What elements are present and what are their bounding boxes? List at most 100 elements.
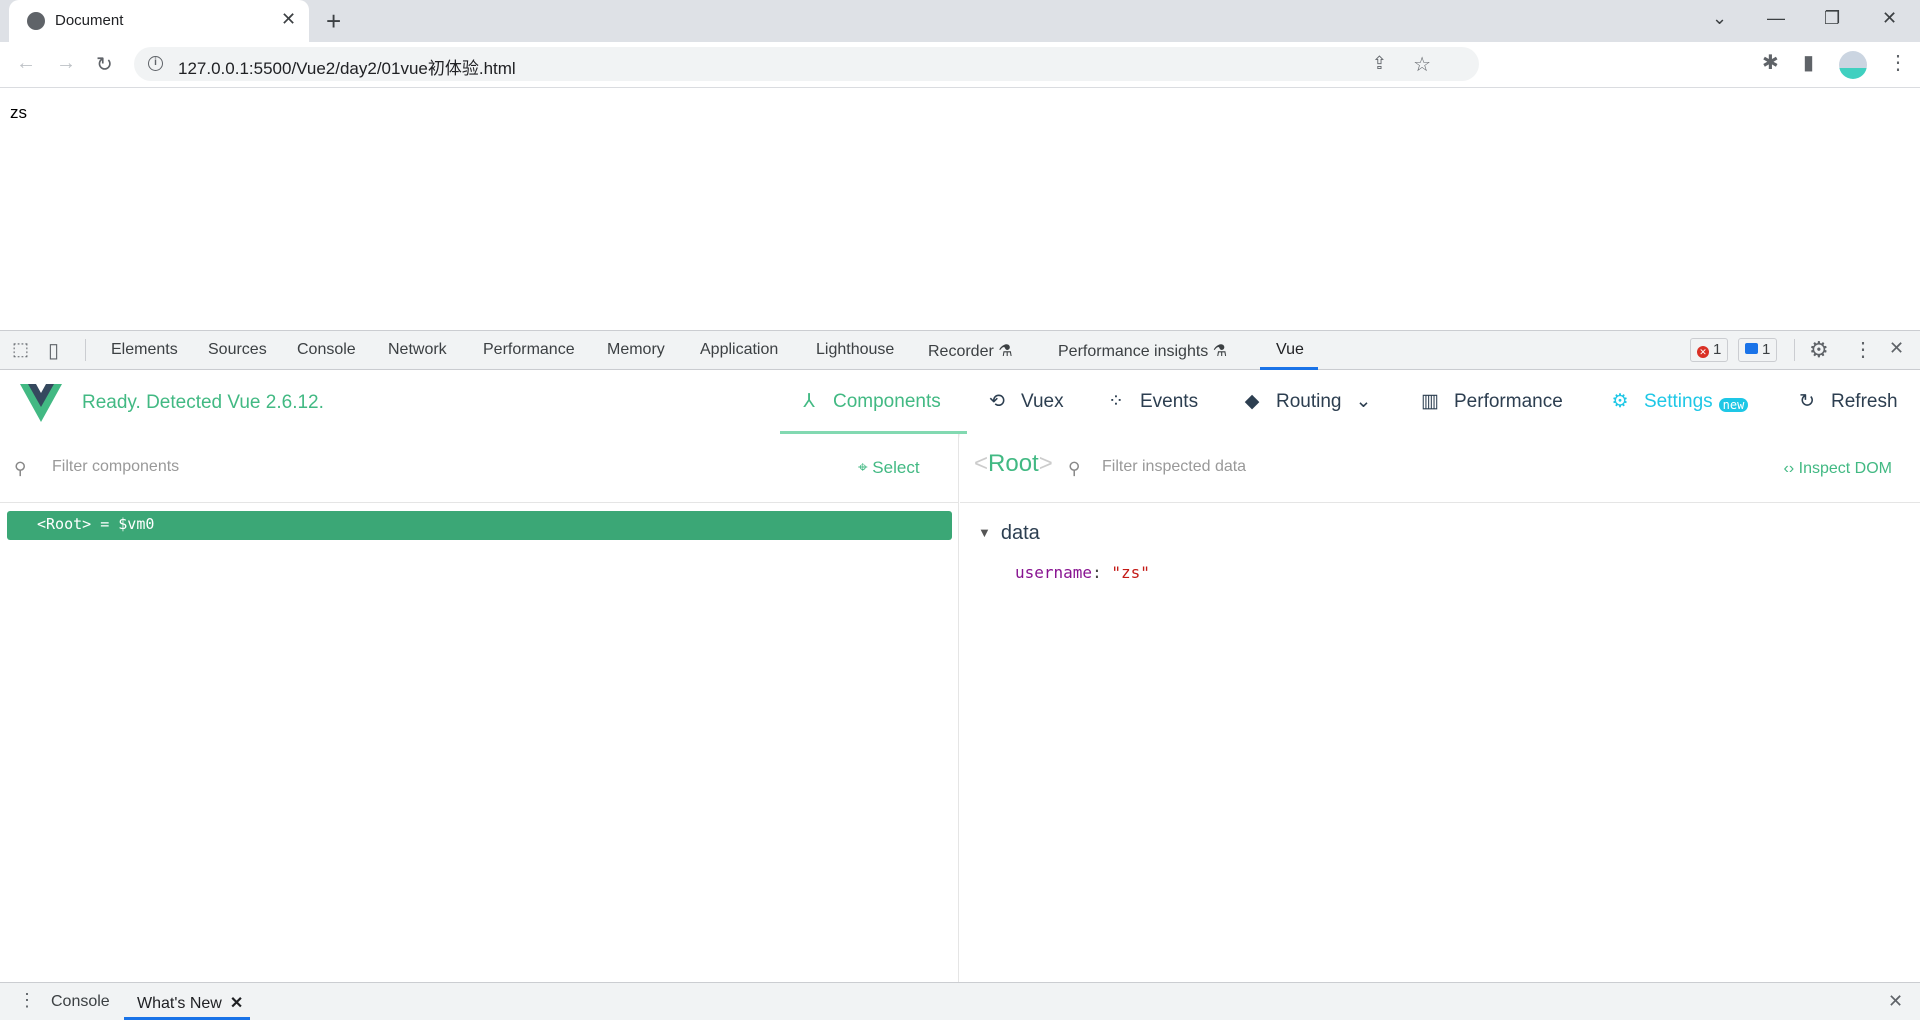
address-bar-row: ← → ↻ i 127.0.0.1:5500/Vue2/day2/01vue初体… xyxy=(0,42,1920,88)
page-text: zs xyxy=(10,103,27,122)
browser-menu-icon[interactable]: ⋮ xyxy=(1888,50,1908,75)
components-icon: ⅄ xyxy=(803,391,815,412)
minimize-button[interactable]: — xyxy=(1767,8,1785,29)
inspect-dom-label: Inspect DOM xyxy=(1798,460,1892,477)
devtools-more-icon[interactable]: ⋮ xyxy=(1853,337,1873,362)
devtools-drawer: ⋮ Console What's New ✕ ✕ xyxy=(0,982,1920,1020)
vue-nav-label: Refresh xyxy=(1831,391,1898,412)
events-icon: ⁘ xyxy=(1108,391,1124,412)
device-toolbar-icon[interactable]: ▯ xyxy=(48,338,59,363)
profile-avatar[interactable] xyxy=(1839,51,1867,79)
devtools-tab-performance-insights[interactable]: Performance insights ⚗ xyxy=(1058,341,1227,361)
inspect-dom-button[interactable]: ‹› Inspect DOM xyxy=(1784,460,1892,478)
extensions-icon[interactable]: ✱ xyxy=(1762,50,1779,75)
search-icon: ⚲ xyxy=(1068,459,1081,478)
vue-nav-label: Events xyxy=(1140,391,1199,412)
refresh-icon: ↻ xyxy=(1799,391,1815,412)
select-component-button[interactable]: ⌖ Select xyxy=(858,458,920,478)
inspect-element-icon[interactable]: ⬚ xyxy=(12,339,29,360)
restore-button[interactable]: ❐ xyxy=(1824,8,1840,29)
error-count: 1 xyxy=(1713,341,1722,358)
message-icon xyxy=(1745,343,1758,354)
vue-status-text: Ready. Detected Vue 2.6.12. xyxy=(82,392,324,413)
caret-down-icon: ▼ xyxy=(978,525,991,540)
devtools-tab-recorder[interactable]: Recorder ⚗ xyxy=(928,341,1013,361)
devtools-tab-lighthouse[interactable]: Lighthouse xyxy=(816,341,894,359)
code-icon: ‹› xyxy=(1783,460,1799,477)
devtools-tab-memory[interactable]: Memory xyxy=(607,341,665,359)
tab-title: Document xyxy=(55,12,124,29)
bar-chart-icon: ▥ xyxy=(1421,391,1439,412)
share-icon[interactable]: ⇪ xyxy=(1372,53,1387,74)
bookmark-star-icon[interactable]: ☆ xyxy=(1413,52,1431,77)
filter-components-input[interactable] xyxy=(52,458,552,476)
history-icon: ⟲ xyxy=(989,391,1005,412)
drawer-close-icon[interactable]: ✕ xyxy=(1888,991,1903,1012)
components-pane: ⚲ ⌖ Select <Root> = $vm0 xyxy=(0,434,959,982)
forward-button[interactable]: → xyxy=(56,52,76,75)
devtools-tab-performance[interactable]: Performance xyxy=(483,341,575,359)
filter-inspected-data-input[interactable] xyxy=(1102,458,1602,476)
reload-button[interactable]: ↻ xyxy=(96,52,113,77)
vue-nav-components[interactable]: ⅄ Components xyxy=(797,390,941,413)
vue-nav-routing[interactable]: ◆ Routing ⌄ xyxy=(1240,390,1372,413)
bracket: < xyxy=(974,450,989,477)
component-name: Root xyxy=(988,450,1039,477)
field-colon: : xyxy=(1092,563,1112,582)
devtools-settings-icon[interactable]: ⚙ xyxy=(1809,337,1829,363)
vue-devtools-header: Ready. Detected Vue 2.6.12. ⅄ Components … xyxy=(0,370,1920,434)
chevron-down-icon: ⌄ xyxy=(1355,391,1372,412)
browser-tab[interactable]: Document ✕ xyxy=(9,0,309,42)
devtools-tab-console[interactable]: Console xyxy=(297,341,356,359)
devtools-tab-elements[interactable]: Elements xyxy=(111,341,178,359)
drawer-tab-whats-new[interactable]: What's New ✕ xyxy=(137,993,243,1013)
vue-nav-performance[interactable]: ▥ Performance xyxy=(1418,390,1563,413)
vue-nav-settings[interactable]: ⚙ Settings new xyxy=(1608,390,1749,413)
window-close-button[interactable]: ✕ xyxy=(1882,8,1897,29)
new-tab-button[interactable]: + xyxy=(326,6,341,37)
section-label: data xyxy=(1000,522,1040,544)
tab-close-icon[interactable]: ✕ xyxy=(281,9,296,30)
message-count: 1 xyxy=(1762,341,1771,358)
toolbar-divider xyxy=(1794,339,1795,361)
vue-nav-label: Settings xyxy=(1644,391,1713,412)
vue-logo-icon xyxy=(20,384,62,422)
site-info-icon[interactable]: i xyxy=(148,56,163,71)
back-button[interactable]: ← xyxy=(16,52,36,75)
vue-nav-label: Performance xyxy=(1454,391,1563,412)
vue-nav-events[interactable]: ⁘ Events xyxy=(1104,390,1198,413)
globe-icon xyxy=(27,12,45,30)
data-section-toggle[interactable]: ▼ data xyxy=(978,522,1040,545)
error-count-badge[interactable]: ✕ 1 xyxy=(1690,338,1729,362)
devtools-tab-application[interactable]: Application xyxy=(700,341,778,359)
components-filter-bar: ⚲ ⌖ Select xyxy=(0,434,958,503)
data-field-row[interactable]: username: "zs" xyxy=(1015,563,1150,582)
drawer-tab-console[interactable]: Console xyxy=(51,993,110,1011)
devtools-close-icon[interactable]: ✕ xyxy=(1889,338,1904,359)
message-count-badge[interactable]: 1 xyxy=(1738,338,1778,362)
inspector-pane: <Root> ⚲ ‹› Inspect DOM ▼ data username: … xyxy=(960,434,1920,982)
routing-icon: ◆ xyxy=(1244,391,1260,412)
devtools-tab-network[interactable]: Network xyxy=(388,341,447,359)
side-panel-icon[interactable]: ▮ xyxy=(1803,50,1814,75)
vue-nav-vuex[interactable]: ⟲ Vuex xyxy=(985,390,1064,413)
inspector-filter-bar: <Root> ⚲ ‹› Inspect DOM xyxy=(960,434,1920,503)
address-bar[interactable]: i 127.0.0.1:5500/Vue2/day2/01vue初体验.html… xyxy=(134,47,1479,81)
browser-tab-strip: Document ✕ + ⌄ — ❐ ✕ xyxy=(0,0,1920,42)
vue-nav-label: Routing xyxy=(1276,391,1342,412)
devtools-tab-vue[interactable]: Vue xyxy=(1276,341,1304,359)
tab-search-icon[interactable]: ⌄ xyxy=(1712,8,1727,29)
inspected-component-title: <Root> xyxy=(974,450,1053,478)
component-tree-row[interactable]: <Root> = $vm0 xyxy=(7,511,952,540)
devtools-toolbar: ⬚ ▯ Elements Sources Console Network Per… xyxy=(0,330,1920,370)
field-value[interactable]: "zs" xyxy=(1111,563,1150,582)
devtools-tab-sources[interactable]: Sources xyxy=(208,341,267,359)
drawer-menu-icon[interactable]: ⋮ xyxy=(18,990,36,1011)
close-tab-icon[interactable]: ✕ xyxy=(230,995,243,1012)
drawer-tab-label: What's New xyxy=(137,995,222,1012)
settings-icon: ⚙ xyxy=(1611,391,1629,412)
vue-nav-refresh[interactable]: ↻ Refresh xyxy=(1795,390,1898,413)
bracket: > xyxy=(1038,450,1053,477)
url-text[interactable]: 127.0.0.1:5500/Vue2/day2/01vue初体验.html xyxy=(178,54,516,79)
toolbar-divider xyxy=(85,339,86,361)
